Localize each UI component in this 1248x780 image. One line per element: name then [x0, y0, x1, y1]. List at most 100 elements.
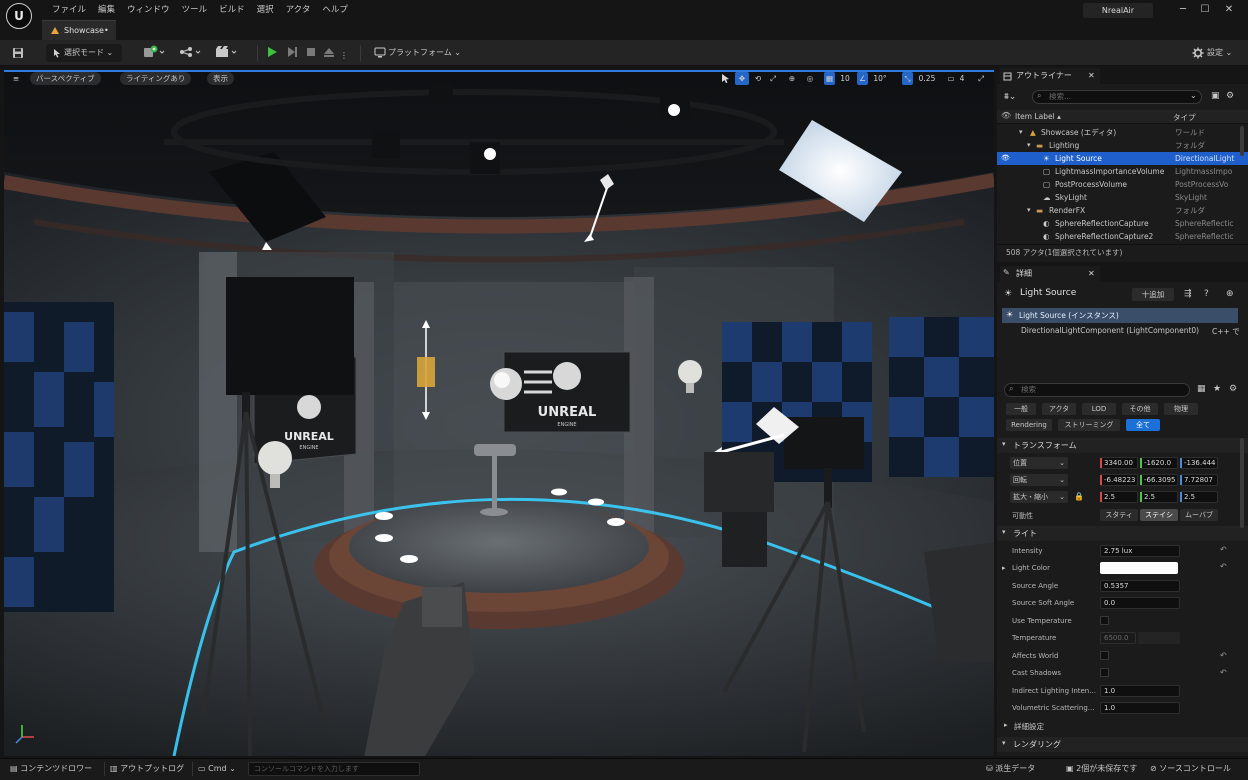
scale-z-field[interactable]: 2.5 — [1180, 491, 1218, 503]
unsaved-button[interactable]: ▣ 2個が未保存です — [1066, 758, 1137, 780]
intensity-field[interactable]: 2.75 lux — [1100, 545, 1180, 557]
details-close-icon[interactable]: ✕ — [1088, 266, 1095, 282]
source-angle-field[interactable]: 0.5357 — [1100, 580, 1180, 592]
grid-snap-value[interactable]: 10 — [838, 72, 852, 85]
reset-affects-world-icon[interactable]: ↶ — [1220, 651, 1227, 660]
location-dropdown[interactable]: 位置 ⌄ — [1010, 457, 1068, 469]
filter-streaming[interactable]: ストリーミング — [1058, 419, 1120, 431]
menu-select[interactable]: 選択 — [251, 0, 280, 20]
details-search-input[interactable]: 検索 — [1004, 383, 1190, 397]
filter-general[interactable]: 一般 — [1006, 403, 1036, 415]
visibility-eye-icon[interactable]: 👁 — [1001, 152, 1010, 165]
favorites-star-icon[interactable]: ★ — [1213, 384, 1221, 394]
reset-color-icon[interactable]: ↶ — [1220, 562, 1227, 571]
scale-lock-icon[interactable]: 🔒 — [1074, 492, 1084, 501]
component-row[interactable]: DirectionalLightComponent (LightComponen… — [1021, 326, 1199, 335]
affects-world-checkbox[interactable] — [1100, 651, 1109, 660]
mobility-stationary[interactable]: ステイシ — [1140, 509, 1178, 521]
grid-snap-icon[interactable]: ▦ — [824, 72, 835, 85]
add-component-button[interactable]: 十追加 — [1132, 288, 1174, 301]
outliner-settings-icon[interactable]: ⚙ — [1226, 91, 1234, 101]
select-tool-icon[interactable] — [720, 73, 731, 84]
content-drawer-button[interactable]: ▤ コンテンツドロワー — [10, 758, 92, 780]
rotation-x-field[interactable]: -6.48223 — [1100, 474, 1138, 486]
minimize-button[interactable]: ─ — [1172, 0, 1194, 20]
menu-build[interactable]: ビルド — [213, 0, 251, 20]
save-icon[interactable] — [12, 47, 24, 59]
location-y-field[interactable]: -1620.0 — [1140, 457, 1178, 469]
help-icon[interactable]: ? — [1204, 289, 1209, 299]
eject-icon[interactable] — [323, 46, 335, 58]
filter-all[interactable]: 全て — [1126, 419, 1160, 431]
menu-edit[interactable]: 編集 — [92, 0, 121, 20]
outliner-scrollbar[interactable] — [1240, 126, 1244, 156]
advanced-toggle[interactable]: 詳細設定 — [1014, 721, 1044, 732]
outliner-search-input[interactable]: 検索... — [1032, 90, 1202, 104]
close-window-button[interactable]: ✕ — [1218, 0, 1240, 20]
property-matrix-icon[interactable]: ▦ — [1197, 384, 1206, 394]
output-log-button[interactable]: ▥ アウトプットログ — [110, 758, 184, 780]
play-options-icon[interactable]: ⋮ — [340, 51, 348, 60]
camera-speed-value[interactable]: 4 — [957, 72, 967, 85]
rendering-section-header[interactable]: レンダリング — [997, 737, 1248, 752]
search-options-chevron[interactable]: ⌄ — [1190, 91, 1197, 100]
rotation-dropdown[interactable]: 回転 ⌄ — [1010, 474, 1068, 486]
actor-name[interactable]: Light Source — [1020, 288, 1076, 298]
indirect-lighting-field[interactable]: 1.0 — [1100, 685, 1180, 697]
reset-intensity-icon[interactable]: ↶ — [1220, 545, 1227, 554]
transform-section-header[interactable]: トランスフォーム — [997, 438, 1248, 453]
surface-snap-icon[interactable]: ◎ — [804, 72, 816, 85]
maximize-viewport-icon[interactable]: ⤢ — [975, 72, 987, 85]
filter-icon[interactable]: ⩩⌄ — [1004, 92, 1016, 102]
filter-rendering[interactable]: Rendering — [1006, 419, 1052, 431]
stop-icon[interactable] — [305, 46, 317, 58]
derived-data-button[interactable]: ⛁ 派生データ — [986, 758, 1035, 780]
perspective-dropdown[interactable]: パースペクティブ — [30, 72, 101, 85]
outliner-row-reflection2[interactable]: ◐ SphereReflectionCapture2 SphereReflectic — [997, 230, 1237, 243]
outliner-row-lightmass[interactable]: ▢ LightmassImportanceVolume LightmassImpo — [997, 165, 1237, 178]
outliner-row-light-source[interactable]: 👁 ☀ Light Source DirectionalLight — [997, 152, 1248, 165]
volumetric-scattering-field[interactable]: 1.0 — [1100, 702, 1180, 714]
location-z-field[interactable]: -136.444 — [1180, 457, 1218, 469]
details-settings-icon[interactable]: ⚙ — [1229, 384, 1237, 394]
cmd-dropdown[interactable]: ▭ Cmd ⌄ — [198, 758, 236, 780]
lighting-dropdown[interactable]: ライティングあり — [120, 72, 192, 85]
scale-snap-icon[interactable]: ⤡ — [902, 72, 913, 85]
light-color-swatch[interactable] — [1100, 562, 1178, 574]
outliner-row-renderfx-folder[interactable]: ▾ ▬ RenderFX フォルダ — [997, 204, 1237, 217]
scale-tool-icon[interactable]: ⤢ — [767, 72, 779, 85]
rotate-tool-icon[interactable]: ⟲ — [752, 72, 764, 85]
console-command-input[interactable]: コンソールコマンドを入力します — [248, 762, 420, 776]
outliner-row-world[interactable]: ▾ ▲ Showcase (エディタ) ワールド — [997, 126, 1237, 139]
use-temperature-checkbox[interactable] — [1100, 616, 1109, 625]
source-control-button[interactable]: ⊘ ソースコントロール — [1150, 758, 1231, 780]
menu-window[interactable]: ウィンドウ — [121, 0, 176, 20]
add-actor-icon[interactable] — [142, 45, 168, 59]
scale-snap-value[interactable]: 0.25 — [916, 72, 938, 85]
unreal-logo-icon[interactable]: U — [6, 3, 32, 29]
outliner-tab[interactable]: アウトライナー ✕ — [1000, 68, 1100, 84]
details-tab[interactable]: 詳細 ✕ — [1000, 266, 1100, 282]
blueprint-icon[interactable] — [178, 45, 204, 59]
component-instance-row[interactable]: Light Source (インスタンス) — [1002, 308, 1238, 323]
menu-tools[interactable]: ツール — [176, 0, 214, 20]
world-local-icon[interactable]: ⊕ — [786, 72, 798, 85]
outliner-close-icon[interactable]: ✕ — [1088, 68, 1095, 84]
rotation-y-field[interactable]: -66.3095 — [1140, 474, 1178, 486]
play-icon[interactable] — [266, 46, 278, 58]
mobility-movable[interactable]: ムーバブ — [1180, 509, 1218, 521]
filter-misc[interactable]: その他 — [1122, 403, 1158, 415]
lock-icon[interactable]: ⊕ — [1226, 289, 1234, 299]
step-icon[interactable] — [286, 46, 298, 58]
outliner-row-skylight[interactable]: ☁ SkyLight SkyLight — [997, 191, 1237, 204]
component-cpp-link[interactable]: C++ で — [1212, 326, 1240, 337]
outliner-row-lighting-folder[interactable]: ▾ ▬ Lighting フォルダ — [997, 139, 1237, 152]
rotation-z-field[interactable]: 7.72807 — [1180, 474, 1218, 486]
scale-dropdown[interactable]: 拡大・縮小 ⌄ — [1010, 491, 1068, 503]
details-scrollbar[interactable] — [1240, 438, 1244, 528]
mobility-static[interactable]: スタティ — [1100, 509, 1138, 521]
camera-speed-icon[interactable]: ▭ — [945, 72, 957, 85]
menu-actor[interactable]: アクタ — [280, 0, 317, 20]
item-label-column[interactable]: Item Label ▴ — [1015, 112, 1061, 121]
reset-cast-shadows-icon[interactable]: ↶ — [1220, 668, 1227, 677]
